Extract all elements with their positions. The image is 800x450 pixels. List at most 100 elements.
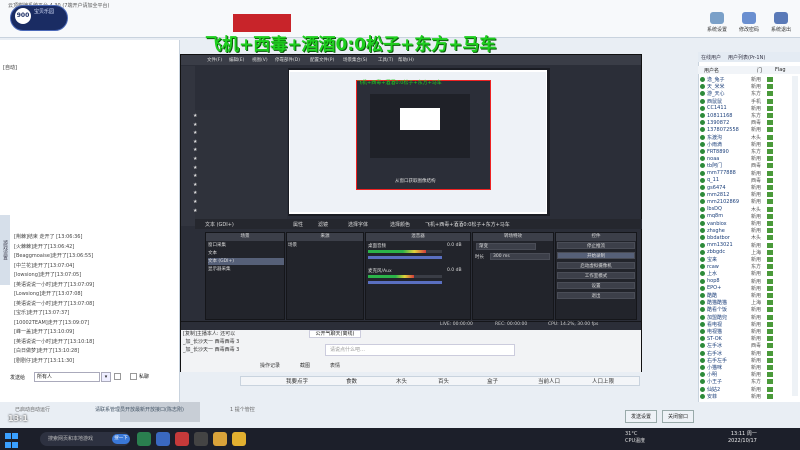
transition-select[interactable]: 渐变 — [476, 243, 536, 250]
user-avatar-icon — [700, 98, 705, 104]
select-color-button[interactable]: 选择颜色 — [390, 221, 410, 228]
favorite-star-icon[interactable]: ★ — [193, 156, 197, 162]
favorite-star-icon[interactable]: ★ — [193, 139, 197, 145]
history-button[interactable]: 操作记录 — [260, 362, 280, 369]
user-door: 新用 — [751, 307, 762, 314]
tab-user-list[interactable]: 用户列表(Pr-1N) — [728, 54, 765, 61]
user-name: 小雨滴 — [707, 141, 723, 148]
game-icon[interactable] — [232, 432, 246, 446]
system-tray[interactable]: 31°C CPU温度 — [625, 431, 645, 444]
user-avatar-icon — [700, 357, 705, 363]
close-window-button[interactable]: 关闭窗口 — [662, 410, 694, 423]
option-checkbox[interactable] — [114, 373, 121, 380]
scene-item[interactable]: 窗口采集 — [208, 242, 226, 249]
preview-label: 从窗口获取图像结构 — [395, 179, 436, 184]
favorite-star-icon[interactable]: ★ — [193, 182, 197, 188]
obs-menu-item[interactable]: 文件(F) — [207, 57, 222, 63]
control-button[interactable]: 工作室模式 — [557, 272, 635, 279]
user-list-scrollbar[interactable] — [792, 76, 798, 396]
favorite-star-icon[interactable]: ★ — [193, 173, 197, 179]
screenshot-button[interactable]: 截图 — [300, 362, 310, 369]
favorite-star-icon[interactable]: ★ — [193, 147, 197, 153]
tab-online-users[interactable]: 在线用户 — [701, 54, 721, 61]
app-icon-red[interactable] — [175, 432, 189, 446]
obs-menu-item[interactable]: 停靠部件(D) — [275, 57, 300, 63]
password-button[interactable]: 修改密码 — [735, 12, 763, 36]
scene-item[interactable]: 文本 — [208, 250, 217, 257]
user-name: hop8 — [707, 278, 720, 285]
scene-item[interactable]: 显示器采集 — [208, 266, 231, 273]
user-flag-icon — [767, 149, 773, 154]
favorite-star-icon[interactable]: ★ — [193, 130, 197, 136]
side-tab[interactable]: 游戏设置 — [0, 215, 10, 285]
control-button[interactable]: 退出 — [557, 292, 635, 299]
obs-menu-item[interactable]: 帮助(H) — [398, 57, 414, 63]
user-name: tb阿门 — [707, 163, 723, 170]
user-flag-icon — [767, 307, 773, 313]
user-name: vanbiox — [707, 220, 727, 227]
user-door: 上海 — [751, 249, 762, 256]
user-row[interactable]: 安菲 新用 — [700, 393, 790, 401]
favorite-star-icon[interactable]: ★ — [193, 190, 197, 196]
user-name: 小猫咪 — [707, 365, 723, 371]
chat-input[interactable]: 请说点什么吧… — [325, 344, 515, 356]
user-name: 10811168 — [707, 112, 733, 119]
control-button[interactable]: 停止推流 — [557, 242, 635, 249]
emoji-button[interactable]: 表情 — [330, 362, 340, 369]
user-avatar-icon — [700, 177, 705, 183]
exit-button[interactable]: 系统退出 — [767, 12, 795, 36]
user-avatar-icon — [700, 393, 705, 399]
chevron-down-icon[interactable]: ▾ — [101, 372, 111, 382]
user-door: 东方 — [751, 149, 762, 155]
folder-icon[interactable] — [213, 432, 227, 446]
user-name: mm777888 — [707, 170, 736, 177]
source-item[interactable]: 场景 — [288, 242, 297, 248]
browser-icon[interactable] — [156, 432, 170, 446]
user-name: mm13021 — [707, 242, 733, 249]
col-door: 门 — [757, 68, 763, 74]
user-door: 新用 — [751, 350, 762, 357]
duration-input[interactable]: 300 ms — [490, 253, 550, 260]
properties-button[interactable]: 属性 — [293, 221, 303, 228]
obs-icon[interactable] — [194, 432, 208, 446]
chat-log-line: [白日做梦]走开了[13:10:28] — [14, 348, 80, 354]
obs-menu-item[interactable]: 配置文件(P) — [310, 57, 334, 63]
control-button[interactable]: 设置 — [557, 282, 635, 289]
obs-menu-item[interactable]: 场景集合(S) — [343, 57, 367, 63]
user-avatar-icon — [700, 221, 705, 226]
send-to-select[interactable]: 所有人 — [34, 372, 100, 382]
favorite-star-icon[interactable]: ★ — [193, 208, 197, 214]
favorite-star-icon[interactable]: ★ — [193, 165, 197, 171]
obs-menu-item[interactable]: 视图(V) — [252, 57, 268, 63]
user-avatar-icon — [700, 170, 705, 176]
chat-log-line: [英语说说一小时]走开了[13:07:09] — [14, 281, 95, 288]
favorite-star-icon[interactable]: ★ — [193, 113, 197, 119]
favorite-star-icon[interactable]: ★ — [193, 199, 197, 205]
user-name: FRT8890 — [707, 148, 729, 155]
screen: 云顶棋牌系统平台 4.30 (7端开户请加全平台) 900 宝贝乐园 系统设置 … — [0, 0, 800, 450]
filters-button[interactable]: 滤镜 — [318, 221, 328, 228]
obs-menu-item[interactable]: 工具(T) — [378, 57, 393, 63]
settings-button[interactable]: 系统设置 — [703, 12, 731, 36]
user-door: 新用 — [751, 321, 762, 328]
sources-dock-title: 来源 — [287, 233, 363, 241]
select-font-button[interactable]: 选择字体 — [348, 221, 368, 228]
obs-menu-item[interactable]: 编辑(E) — [229, 57, 244, 63]
selected-source: 文本 (GDI+) — [205, 222, 234, 228]
mixer-mic-slider[interactable] — [368, 281, 442, 284]
windows-start-icon[interactable] — [4, 432, 18, 448]
scene-item[interactable]: 文本 (GDI+) — [208, 258, 284, 265]
private-chat-checkbox[interactable] — [130, 373, 137, 380]
send-settings-button[interactable]: 发送设置 — [625, 410, 657, 423]
public-chat-tab[interactable]: 公开气聊天(离线) — [309, 330, 361, 338]
control-button[interactable]: 启动虚拟摄像机 — [557, 262, 635, 269]
taskbar-search-button[interactable]: 搜一下 — [112, 434, 130, 444]
user-flag-icon — [767, 329, 773, 334]
favorite-star-icon[interactable]: ★ — [193, 122, 197, 128]
user-name: 上水 — [707, 271, 718, 278]
user-door: 新用 — [751, 192, 762, 199]
mixer-desktop-slider[interactable] — [368, 256, 442, 259]
wechat-icon[interactable] — [137, 432, 151, 446]
control-button[interactable]: 开始录制 — [557, 252, 635, 259]
clock[interactable]: 13:11 周一 2022/10/17 — [728, 431, 757, 445]
